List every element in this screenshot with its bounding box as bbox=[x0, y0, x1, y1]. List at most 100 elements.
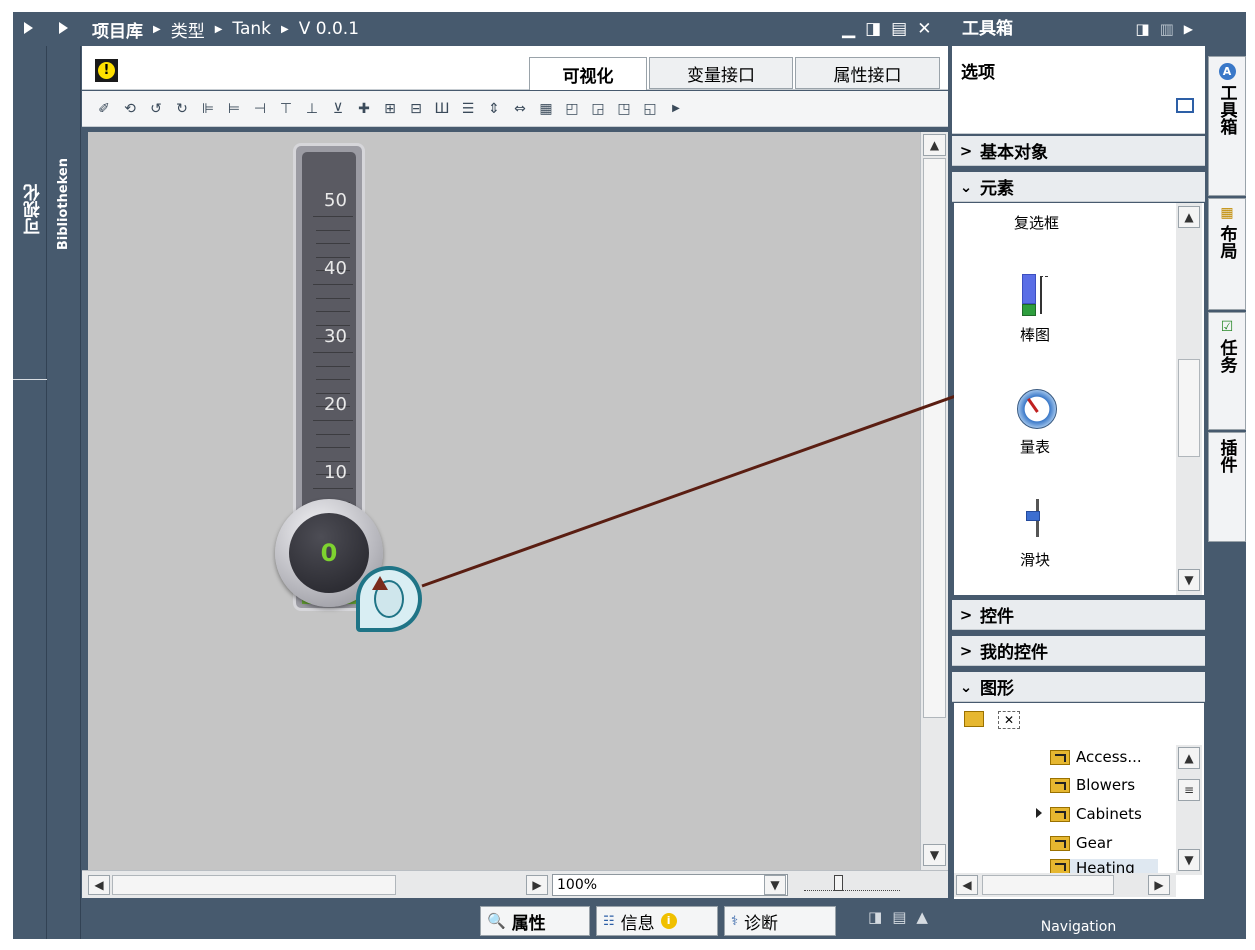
same-width-icon[interactable]: ⇕ bbox=[484, 99, 504, 119]
graphics-folder-gear[interactable]: Gear bbox=[1050, 830, 1112, 856]
element-item-bar-graph[interactable]: 棒图 bbox=[1020, 324, 1050, 345]
same-height-icon[interactable]: ⇔ bbox=[510, 99, 530, 119]
distribute-v-icon[interactable]: ☰ bbox=[458, 99, 478, 119]
zoom-field[interactable]: 100% bbox=[552, 874, 788, 896]
bar-chart-icon[interactable] bbox=[1022, 274, 1052, 316]
float-window-icon[interactable]: ◨ bbox=[868, 908, 882, 932]
backward-icon[interactable]: ◱ bbox=[640, 99, 660, 119]
layout-icon[interactable]: ▤ bbox=[892, 908, 906, 932]
element-item-checkbox[interactable]: 复选框 bbox=[1014, 212, 1059, 233]
graphics-folder-access[interactable]: Access... bbox=[1050, 744, 1142, 770]
more-icon[interactable]: ▶ bbox=[666, 99, 686, 119]
horizontal-scroll-thumb[interactable] bbox=[112, 875, 396, 895]
breadcrumb-item[interactable]: V 0.0.1 bbox=[299, 19, 359, 39]
scroll-up-button[interactable]: ▲ bbox=[1178, 747, 1200, 769]
scroll-right-button[interactable]: ▶ bbox=[526, 875, 548, 895]
scroll-right-button[interactable]: ▶ bbox=[1148, 875, 1170, 895]
scroll-thumb[interactable]: ≡ bbox=[1178, 779, 1200, 801]
send-back-icon[interactable]: ◲ bbox=[588, 99, 608, 119]
tab-visualize[interactable]: 可视化 bbox=[529, 57, 647, 90]
ungroup-icon[interactable]: ⊟ bbox=[406, 99, 426, 119]
layout-icon[interactable]: ▥ bbox=[1160, 20, 1174, 38]
new-folder-icon[interactable] bbox=[964, 711, 984, 727]
group-icon[interactable]: ⊞ bbox=[380, 99, 400, 119]
section-controls[interactable]: > 控件 bbox=[952, 600, 1205, 630]
bring-front-icon[interactable]: ◰ bbox=[562, 99, 582, 119]
graphics-folder-cabinets[interactable]: Cabinets bbox=[1050, 801, 1142, 827]
libraries-side-panel[interactable]: Bibliotheken bbox=[47, 46, 81, 939]
collapse-up-icon[interactable]: ▲ bbox=[916, 908, 928, 932]
canvas-vertical-scrollbar[interactable]: ▲ ▼ bbox=[920, 132, 948, 870]
expand-library-arrow-icon[interactable] bbox=[59, 22, 68, 34]
slider-icon[interactable] bbox=[1026, 499, 1050, 537]
zoom-slider[interactable] bbox=[804, 879, 900, 891]
breadcrumb-item[interactable]: 类型 bbox=[171, 17, 205, 42]
visualization-canvas[interactable] bbox=[88, 132, 920, 870]
align-middle-icon[interactable]: ⊥ bbox=[302, 99, 322, 119]
graphics-folder-blowers[interactable]: Blowers bbox=[1050, 772, 1135, 798]
side-tab-tasks[interactable]: ☑ 任务 bbox=[1208, 312, 1246, 430]
section-my-controls[interactable]: > 我的控件 bbox=[952, 636, 1205, 666]
same-size-icon[interactable]: ▦ bbox=[536, 99, 556, 119]
tab-properties[interactable]: 🔍 属性 bbox=[480, 906, 590, 936]
delete-folder-icon[interactable]: ✕ bbox=[998, 711, 1020, 729]
align-bottom-icon[interactable]: ⊻ bbox=[328, 99, 348, 119]
align-center-icon[interactable]: ⊨ bbox=[224, 99, 244, 119]
graphics-hscrollbar[interactable]: ◀ ▶ bbox=[954, 873, 1176, 897]
forward-icon[interactable]: ◳ bbox=[614, 99, 634, 119]
float-window-icon[interactable]: ◨ bbox=[865, 19, 881, 39]
side-tab-toolbox[interactable]: A 工具箱 bbox=[1208, 56, 1246, 196]
align-top-icon[interactable]: ⊤ bbox=[276, 99, 296, 119]
scroll-left-button[interactable]: ◀ bbox=[88, 875, 110, 895]
graphics-scrollbar[interactable]: ▲ ≡ ▼ bbox=[1176, 745, 1202, 875]
close-icon[interactable]: ✕ bbox=[917, 19, 931, 39]
scroll-left-button[interactable]: ◀ bbox=[956, 875, 978, 895]
options-view-icon[interactable] bbox=[1176, 98, 1194, 113]
window-controls: ▁ ◨ ▤ ✕ bbox=[842, 16, 946, 42]
warning-icon[interactable]: ! bbox=[95, 59, 118, 82]
scroll-up-button[interactable]: ▲ bbox=[1178, 206, 1200, 228]
navigation-panel[interactable]: Navigation bbox=[952, 900, 1205, 939]
rotate-left-icon[interactable]: ↺ bbox=[146, 99, 166, 119]
brush-icon[interactable]: ✐ bbox=[94, 99, 114, 119]
tab-property-interface[interactable]: 属性接口 bbox=[795, 57, 940, 89]
scroll-thumb[interactable] bbox=[923, 158, 946, 718]
section-elements[interactable]: ⌄ 元素 bbox=[952, 172, 1205, 202]
distribute-h-icon[interactable]: Ш bbox=[432, 99, 452, 119]
tab-variable-interface[interactable]: 变量接口 bbox=[649, 57, 793, 89]
minimize-icon[interactable]: ▁ bbox=[842, 19, 855, 39]
scroll-thumb[interactable] bbox=[1178, 359, 1200, 457]
align-left-icon[interactable]: ⊫ bbox=[198, 99, 218, 119]
chevron-right-icon: > bbox=[959, 641, 973, 660]
section-graphics[interactable]: ⌄ 图形 bbox=[952, 672, 1205, 702]
scroll-thumb[interactable] bbox=[982, 875, 1114, 895]
zoom-dropdown-button[interactable]: ▼ bbox=[764, 875, 786, 895]
scroll-down-button[interactable]: ▼ bbox=[1178, 569, 1200, 591]
visualize-side-panel[interactable]: 可视化 bbox=[13, 46, 47, 939]
rotate-icon[interactable]: ⟲ bbox=[120, 99, 140, 119]
float-window-icon[interactable]: ◨ bbox=[1135, 20, 1149, 38]
scroll-down-button[interactable]: ▼ bbox=[923, 844, 946, 866]
side-tab-plugins[interactable]: 插件 bbox=[1208, 432, 1246, 542]
scroll-up-button[interactable]: ▲ bbox=[923, 134, 946, 156]
expand-folder-arrow-icon[interactable] bbox=[1036, 808, 1042, 818]
breadcrumb-item[interactable]: Tank bbox=[232, 19, 271, 39]
center-icon[interactable]: ✚ bbox=[354, 99, 374, 119]
section-basic-objects[interactable]: > 基本对象 bbox=[952, 136, 1205, 166]
element-item-gauge[interactable]: 量表 bbox=[1020, 436, 1050, 457]
element-item-slider[interactable]: 滑块 bbox=[1020, 549, 1050, 570]
tab-diagnostics[interactable]: ⚕ 诊断 bbox=[724, 906, 836, 936]
graphics-folder-heating[interactable]: Heating bbox=[1050, 859, 1158, 873]
gauge-icon[interactable] bbox=[1017, 389, 1057, 429]
elements-scrollbar[interactable]: ▲ ▼ bbox=[1176, 203, 1202, 595]
breadcrumb-item[interactable]: 项目库 bbox=[92, 17, 143, 42]
align-right-icon[interactable]: ⊣ bbox=[250, 99, 270, 119]
tab-info[interactable]: ☷ 信息 i bbox=[596, 906, 718, 936]
side-tab-layout[interactable]: ▦ 布局 bbox=[1208, 198, 1246, 310]
maximize-icon[interactable]: ▤ bbox=[891, 19, 907, 39]
rotate-right-icon[interactable]: ↻ bbox=[172, 99, 192, 119]
scroll-down-button[interactable]: ▼ bbox=[1178, 849, 1200, 871]
collapse-right-icon[interactable]: ▶ bbox=[1184, 22, 1193, 36]
zoom-slider-thumb[interactable] bbox=[834, 875, 843, 891]
expand-left-arrow-icon[interactable] bbox=[24, 22, 33, 34]
